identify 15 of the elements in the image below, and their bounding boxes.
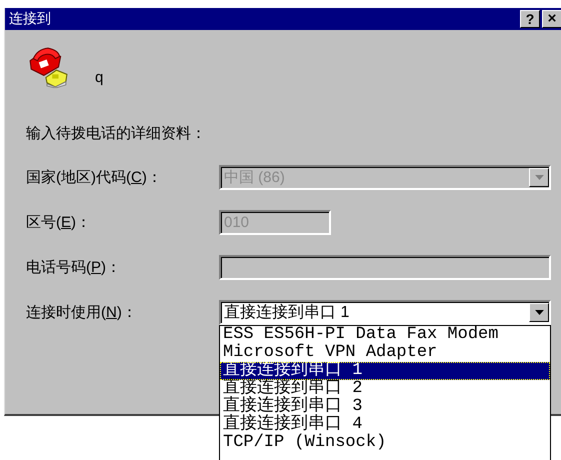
telephone-icon <box>27 46 69 88</box>
dropdown-option[interactable]: Microsoft VPN Adapter <box>220 344 550 362</box>
dropdown-option[interactable]: TCP/IP (Winsock) <box>220 434 550 452</box>
dropdown-field[interactable]: 直接连接到串口 1 <box>219 300 551 325</box>
instruction-text: 输入待拨电话的详细资料： <box>26 124 207 143</box>
field-label: 区号(E)： <box>26 213 92 232</box>
field-label: 电话号码(P)： <box>26 258 122 277</box>
dropdown-option[interactable]: ESS ES56H-PI Data Fax Modem <box>220 326 550 344</box>
dropdown-option[interactable]: 直接连接到串口 4 <box>220 416 550 434</box>
close-button[interactable]: × <box>542 10 561 28</box>
field-label: 连接时使用(N)： <box>26 303 138 322</box>
help-button[interactable]: ? <box>520 10 540 28</box>
entry-name: q <box>95 69 104 86</box>
field-label: 国家(地区)代码(C)： <box>26 168 163 187</box>
window-title: 连接到 <box>9 10 51 28</box>
